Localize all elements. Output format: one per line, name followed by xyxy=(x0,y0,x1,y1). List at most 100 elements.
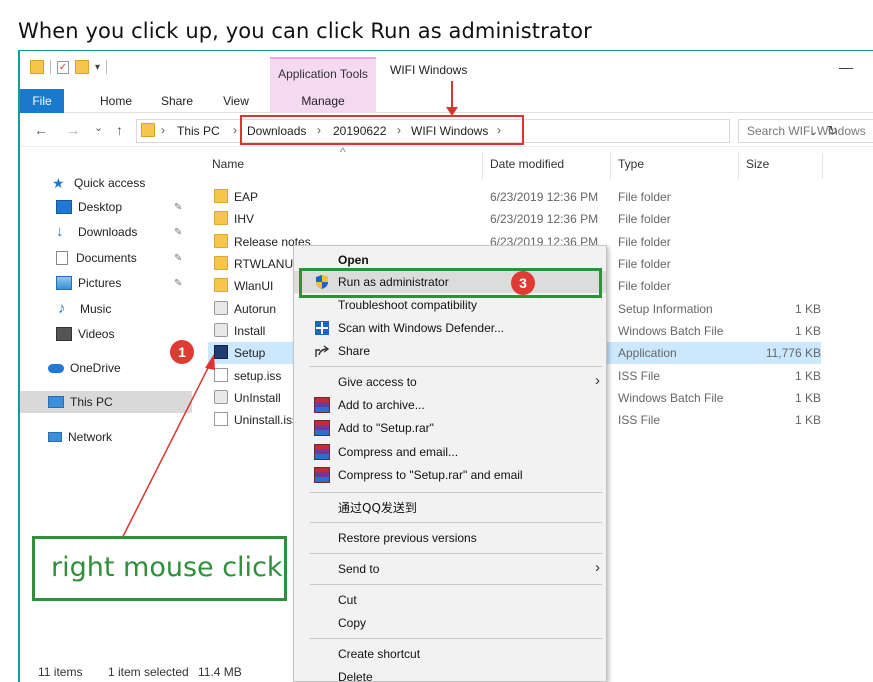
network-icon xyxy=(48,432,62,442)
nav-item-label: Documents xyxy=(76,251,137,265)
folder-icon xyxy=(214,189,228,203)
menu-item-send-via-qq[interactable]: 通过QQ发送到 xyxy=(294,495,606,517)
file-name: IHV xyxy=(234,212,255,226)
up-arrow-icon[interactable]: ↑ xyxy=(116,122,123,138)
document-icon xyxy=(56,251,68,265)
new-folder-icon[interactable] xyxy=(75,60,89,74)
pictures-icon xyxy=(56,276,72,290)
forward-arrow-icon[interactable]: → xyxy=(66,122,80,138)
pin-icon[interactable]: ✎ xyxy=(174,202,182,213)
nav-item-quick-access[interactable]: ★ Quick access xyxy=(20,172,192,194)
nav-item-label: Music xyxy=(80,302,112,316)
step-badge-3: 3 xyxy=(511,271,535,295)
minimize-button[interactable]: — xyxy=(839,59,853,75)
menu-item-label: Share xyxy=(338,344,371,358)
breadcrumb-this-pc[interactable]: This PC xyxy=(177,124,220,138)
file-type: Windows Batch File xyxy=(618,324,724,338)
menu-item-label: Compress and email... xyxy=(338,445,459,459)
menu-item-share[interactable]: Share xyxy=(294,340,606,362)
application-tools-tab[interactable]: Application Tools xyxy=(270,57,376,89)
menu-separator xyxy=(310,553,602,554)
properties-icon[interactable]: ✓ xyxy=(57,60,69,74)
path-pointer-arrow xyxy=(446,81,458,116)
tab-home[interactable]: Home xyxy=(86,89,146,113)
nav-item-desktop[interactable]: Desktop ✎ xyxy=(20,196,192,218)
menu-separator xyxy=(310,584,602,585)
column-header-type[interactable]: Type xyxy=(618,153,644,175)
menu-item-label: Create shortcut xyxy=(338,647,421,661)
menu-item-label: Open xyxy=(338,253,369,267)
menu-item-cut[interactable]: Cut xyxy=(294,589,606,611)
menu-item-delete[interactable]: Delete xyxy=(294,666,606,682)
nav-item-downloads[interactable]: ↓ Downloads ✎ xyxy=(20,221,192,243)
menu-item-label: Copy xyxy=(338,616,367,630)
pin-icon[interactable]: ✎ xyxy=(174,253,182,264)
download-arrow-icon: ↓ xyxy=(56,223,64,240)
film-icon xyxy=(56,327,72,341)
menu-item-add-to-archive[interactable]: Add to archive... xyxy=(294,394,606,416)
nav-item-music[interactable]: ♪ Music xyxy=(20,298,192,320)
file-type: Windows Batch File xyxy=(618,391,724,405)
folder-icon xyxy=(214,211,228,225)
folder-icon xyxy=(214,234,228,248)
nav-item-videos[interactable]: Videos xyxy=(20,323,192,345)
right-click-callout: right mouse click xyxy=(32,536,287,601)
menu-item-give-access[interactable]: Give access to › xyxy=(294,371,606,393)
file-date: 6/23/2019 12:36 PM xyxy=(490,212,599,226)
file-row-ihv[interactable]: IHV 6/23/2019 12:36 PM File folder xyxy=(208,208,821,230)
tab-view[interactable]: View xyxy=(210,89,262,113)
file-size: 1 KB xyxy=(794,369,821,383)
menu-item-label: Scan with Windows Defender... xyxy=(338,321,505,335)
search-input[interactable]: Search WIFI Windows xyxy=(738,119,873,143)
file-name: setup.iss xyxy=(234,369,282,383)
menu-item-add-to-setup-rar[interactable]: Add to "Setup.rar" xyxy=(294,417,606,439)
file-type: File folder xyxy=(618,212,671,226)
pin-icon[interactable]: ✎ xyxy=(174,227,182,238)
column-divider[interactable] xyxy=(482,153,483,179)
tab-share[interactable]: Share xyxy=(150,89,204,113)
file-type: File folder xyxy=(618,235,671,249)
tab-manage[interactable]: Manage xyxy=(270,89,376,113)
menu-item-create-shortcut[interactable]: Create shortcut xyxy=(294,643,606,665)
chevron-right-icon[interactable]: › xyxy=(233,123,237,137)
menu-item-label: Delete xyxy=(338,670,373,682)
music-note-icon: ♪ xyxy=(58,300,66,317)
nav-item-pictures[interactable]: Pictures ✎ xyxy=(20,272,192,294)
menu-item-label: Give access to xyxy=(338,375,417,389)
file-row-eap[interactable]: EAP 6/23/2019 12:36 PM File folder xyxy=(208,186,821,208)
column-header-name[interactable]: Name xyxy=(212,153,244,175)
pin-icon[interactable]: ✎ xyxy=(174,278,182,289)
quick-access-toolbar: ✓ ▾ xyxy=(30,60,108,74)
recent-locations-icon[interactable]: ⌄ xyxy=(94,121,103,134)
menu-item-scan-defender[interactable]: Scan with Windows Defender... xyxy=(294,317,606,339)
file-size: 11,776 KB xyxy=(765,346,821,360)
status-selected: 1 item selected xyxy=(108,665,189,679)
menu-item-label: Send to xyxy=(338,562,380,576)
run-as-admin-highlight-box xyxy=(299,268,602,298)
menu-item-restore-versions[interactable]: Restore previous versions xyxy=(294,527,606,549)
column-divider[interactable] xyxy=(822,153,823,179)
sort-ascending-icon: ^ xyxy=(340,145,346,159)
customize-toolbar-icon[interactable]: ▾ xyxy=(95,62,100,73)
menu-item-copy[interactable]: Copy xyxy=(294,612,606,634)
column-header-size[interactable]: Size xyxy=(746,153,769,175)
defender-icon xyxy=(315,321,329,335)
chevron-right-icon: › xyxy=(595,372,600,389)
menu-item-send-to[interactable]: Send to › xyxy=(294,558,606,580)
column-divider[interactable] xyxy=(738,153,739,179)
column-header-date-modified[interactable]: Date modified xyxy=(490,153,564,175)
file-type: Application xyxy=(618,346,677,360)
menu-item-label: Troubleshoot compatibility xyxy=(338,298,477,312)
tab-file[interactable]: File xyxy=(20,89,64,113)
folder-icon xyxy=(214,278,228,292)
file-name: WlanUI xyxy=(234,279,274,293)
menu-item-compress-setup-email[interactable]: Compress to "Setup.rar" and email xyxy=(294,464,606,486)
menu-separator xyxy=(310,492,602,493)
folder-icon xyxy=(141,123,155,137)
menu-item-compress-email[interactable]: Compress and email... xyxy=(294,441,606,463)
file-type: ISS File xyxy=(618,369,661,383)
column-divider[interactable] xyxy=(610,153,611,179)
back-arrow-icon[interactable]: ← xyxy=(34,122,48,138)
chevron-right-icon[interactable]: › xyxy=(161,123,165,137)
nav-item-documents[interactable]: Documents ✎ xyxy=(20,247,192,269)
